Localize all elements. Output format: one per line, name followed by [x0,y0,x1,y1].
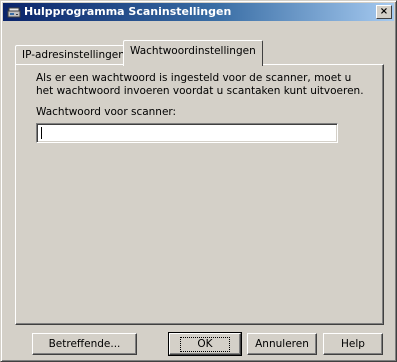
password-field-label: Wachtwoord voor scanner: [36,106,177,118]
close-button[interactable]: × [376,5,392,19]
window-title: Hulpprogramma Scaninstellingen [24,5,232,18]
about-button-label: Betreffende... [48,337,121,350]
title-bar[interactable]: Hulpprogramma Scaninstellingen × [3,3,394,21]
dialog-window: Hulpprogramma Scaninstellingen × IP-adre… [0,0,397,362]
scanner-icon [7,7,21,18]
cancel-button[interactable]: Annuleren [247,333,317,355]
about-button[interactable]: Betreffende... [32,333,137,355]
ok-button-label: OK [180,336,230,352]
tab-password-settings[interactable]: Wachtwoordinstellingen [123,40,263,66]
tab-panel-password: Als er een wachtwoord is ingesteld voor … [15,64,384,325]
help-button-label: Help [341,337,365,350]
tab-ip-settings-label: IP-adresinstellingen [22,49,125,61]
text-caret [41,127,42,139]
tab-password-settings-label: Wachtwoordinstellingen [130,45,256,57]
ok-button[interactable]: OK [168,332,242,356]
password-input[interactable] [36,123,338,143]
close-icon: × [379,6,389,17]
password-description: Als er een wachtwoord is ingesteld voor … [36,72,364,97]
help-button[interactable]: Help [323,333,383,355]
tab-ip-settings[interactable]: IP-adresinstellingen [15,45,132,65]
cancel-button-label: Annuleren [255,337,309,350]
